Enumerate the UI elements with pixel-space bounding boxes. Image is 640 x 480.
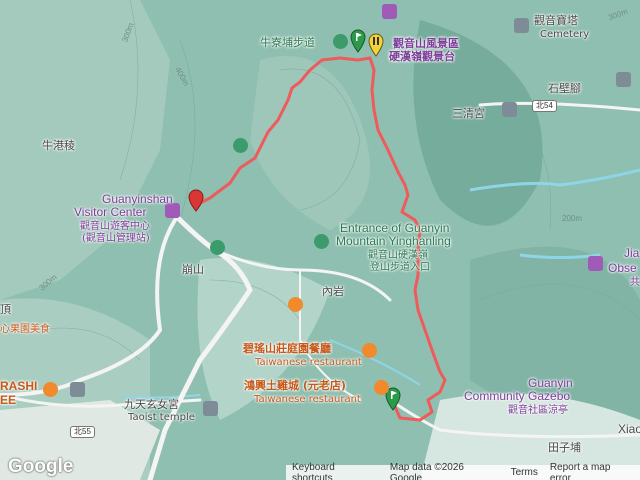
gazebo-zh: 觀音社區涼亭 [508, 405, 568, 416]
terms-link[interactable]: Terms [505, 467, 544, 478]
trail-label[interactable]: 牛寮埔步道 [260, 36, 315, 49]
place-label[interactable]: Jia [624, 247, 639, 260]
restaurant-label: EE [0, 393, 17, 407]
route-waypoint-green-marker[interactable] [349, 28, 367, 56]
map-footer: Keyboard shortcuts Map data ©2026 Google… [286, 461, 640, 480]
camera-icon[interactable] [588, 256, 603, 271]
park-icon[interactable] [70, 382, 85, 397]
place-label: 石壁腳 [548, 82, 581, 95]
google-logo[interactable]: Google [8, 456, 73, 478]
lookout-label[interactable]: 硬漢嶺觀景台 [389, 50, 455, 63]
restaurant-icon[interactable] [288, 297, 303, 312]
visitor-center-label-2[interactable]: Visitor Center [74, 206, 146, 219]
hiking-icon[interactable] [314, 234, 329, 249]
temple-label[interactable]: 三清宮 [452, 107, 485, 120]
entrance-label-2[interactable]: Mountain Yinghanling [336, 235, 451, 248]
restaurant-label[interactable]: 心果園美食 [0, 323, 50, 336]
map-view[interactable]: 牛寮埔步道 觀音山風景區 硬漢嶺觀景台 觀音寶塔 Cemetery 石壁腳 三清… [0, 0, 640, 480]
place-label: 共 [630, 277, 640, 288]
place-label: 頂 [0, 303, 11, 316]
camera-icon[interactable] [382, 4, 397, 19]
contour-label: 200m [562, 214, 583, 223]
pagoda-icon[interactable] [514, 18, 529, 33]
route-waypoint-yellow-marker[interactable] [367, 32, 385, 64]
entrance-zh-2: 登山步道入口 [370, 262, 430, 273]
road-number-badge: 北55 [70, 426, 95, 438]
place-label[interactable]: Obse [608, 262, 637, 275]
restaurant-label[interactable]: RASHI [0, 380, 37, 393]
restaurant-icon[interactable] [374, 380, 389, 395]
restaurant-icon[interactable] [43, 382, 58, 397]
hiking-icon[interactable] [333, 34, 348, 49]
keyboard-shortcuts-link[interactable]: Keyboard shortcuts [286, 462, 384, 480]
road-number-badge: 北54 [532, 100, 557, 112]
gazebo-label-2[interactable]: Community Gazebo [464, 390, 570, 403]
report-error-link[interactable]: Report a map error [544, 462, 640, 480]
place-label: 崩山 [182, 263, 204, 276]
route-start-marker[interactable] [186, 188, 206, 216]
restaurant-label[interactable]: 鴻興土雞城 (元老店) [244, 379, 346, 392]
scenic-area-label[interactable]: 觀音山風景區 [393, 37, 459, 50]
ridge-label: 牛港稜 [42, 139, 75, 152]
restaurant-icon[interactable] [362, 343, 377, 358]
place-label: Xiao [618, 422, 640, 436]
visitor-center-zh-2: (觀音山管理站) [82, 233, 150, 244]
restaurant-type-label: Taiwanese restaurant [255, 357, 362, 368]
temple-label[interactable]: 九天玄女宮 [124, 398, 179, 411]
hiking-icon[interactable] [210, 240, 225, 255]
temple-icon[interactable] [203, 401, 218, 416]
temple-icon[interactable] [502, 102, 517, 117]
restaurant-type-label: Taiwanese restaurant [254, 394, 361, 405]
cemetery-label[interactable]: Cemetery [540, 28, 589, 41]
restaurant-label[interactable]: 碧瑤山莊庭園餐廳 [243, 342, 331, 355]
place-label: 內岩 [322, 285, 344, 298]
temple-icon[interactable] [616, 72, 631, 87]
temple-type-label: Taoist temple [128, 412, 195, 423]
place-label: 田子埔 [548, 441, 581, 454]
map-data-attribution: Map data ©2026 Google [389, 461, 464, 480]
hiking-icon[interactable] [233, 138, 248, 153]
pagoda-label[interactable]: 觀音寶塔 [534, 14, 578, 27]
